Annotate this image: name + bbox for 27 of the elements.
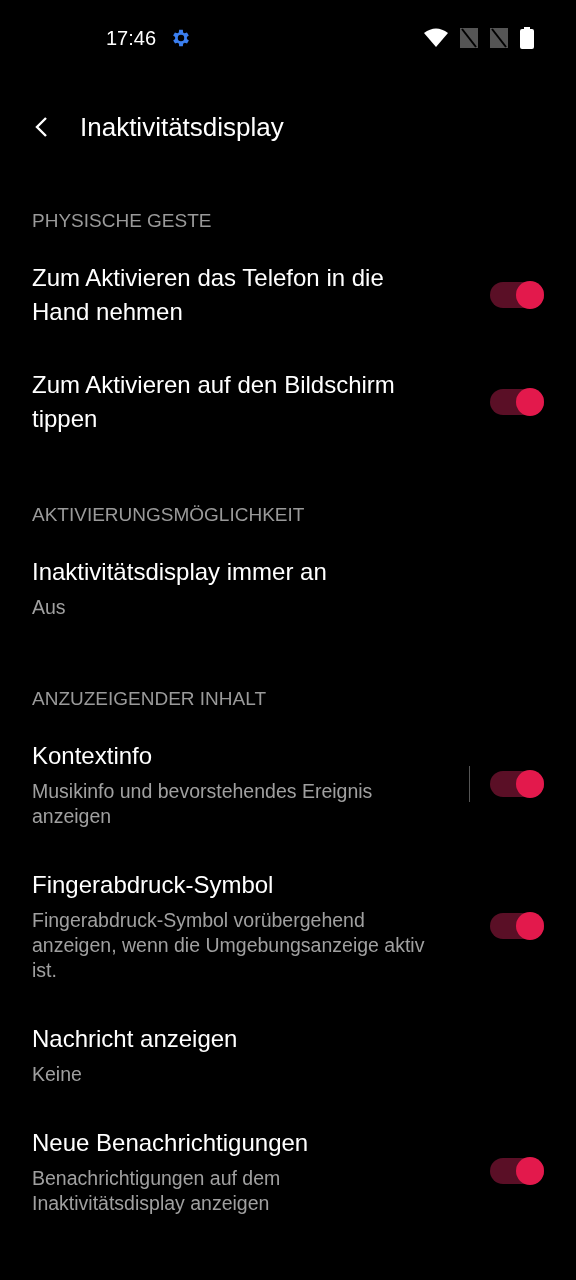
screen-title: Inaktivitätsdisplay [80, 111, 284, 143]
toggle-switch[interactable] [490, 771, 544, 797]
section-header: AKTIVIERUNGSMÖGLICHKEIT [32, 504, 305, 525]
back-icon [34, 116, 50, 138]
toggle-switch[interactable] [490, 912, 544, 939]
section-header: ANZUZEIGENDER INHALT [32, 688, 266, 709]
setting-title: Zum Aktivieren auf den Bildschirm tippen [32, 370, 396, 434]
no-sim-icon [460, 28, 478, 48]
setting-summary: Benachrichtigungen auf dem Inaktivitätsdisplay anzeigen [32, 1166, 282, 1216]
setting-title: Zum Aktivieren das Telefon in die Hand nehmen [32, 263, 385, 327]
toggle-switch[interactable] [490, 389, 544, 415]
setting-summary: Aus [32, 595, 67, 620]
setting-title: Inaktivitätsdisplay immer an [32, 557, 328, 587]
setting-title: Neue Benachrichtigungen [32, 1128, 310, 1158]
wifi-icon [424, 28, 448, 48]
toggle-switch[interactable] [490, 1158, 544, 1184]
toggle-switch[interactable] [490, 282, 544, 308]
setting-title: Nachricht anzeigen [32, 1024, 239, 1054]
setting-summary: Musikinfo und bevorstehendes Ereignis anzeigen [32, 779, 374, 829]
setting-title: Fingerabdruck-Symbol [32, 870, 275, 900]
setting-title: Kontextinfo [32, 741, 154, 771]
setting-summary: Fingerabdruck-Symbol vorübergehend anzeigen, wenn die Umgebungsanzeige aktiv ist. [32, 908, 426, 983]
status-time: 17:46 [106, 26, 157, 50]
no-sim-icon [490, 28, 508, 48]
battery-icon [520, 27, 534, 49]
setting-summary: Keine [32, 1062, 83, 1087]
section-header: PHYSISCHE GESTE [32, 210, 212, 231]
